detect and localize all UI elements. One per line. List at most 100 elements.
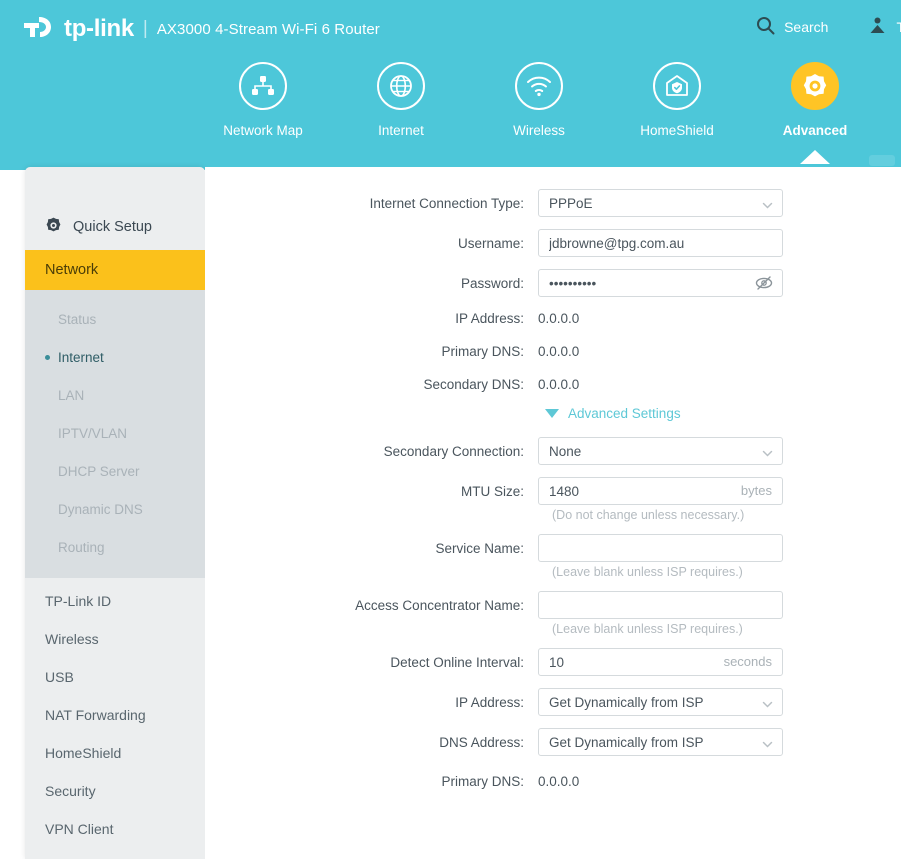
sidebar-item-usb[interactable]: USB <box>25 658 205 696</box>
sidebar-item-vpn-server[interactable]: VPN Server <box>25 848 205 859</box>
username-input[interactable] <box>538 229 783 257</box>
field-label: Secondary DNS: <box>423 377 524 392</box>
sidebar-item-security[interactable]: Security <box>25 772 205 810</box>
service-name-input[interactable] <box>538 534 783 562</box>
chevron-down-icon <box>762 737 773 748</box>
sidebar-item-lan[interactable]: LAN <box>25 376 205 414</box>
advanced-settings-label: Advanced Settings <box>568 406 681 421</box>
tab-wireless[interactable]: Wireless <box>464 62 614 138</box>
sidebar-item-vpn-client[interactable]: VPN Client <box>25 810 205 848</box>
caret-down-icon <box>545 409 559 418</box>
sidebar-item-label: Routing <box>58 539 105 555</box>
page-header: tp-link | AX3000 4-Stream Wi-Fi 6 Router… <box>0 0 901 170</box>
account-button[interactable]: TP- <box>868 16 901 38</box>
connection-type-select[interactable]: PPPoE <box>538 189 783 217</box>
sidebar-item-nat-forwarding[interactable]: NAT Forwarding <box>25 696 205 734</box>
sidebar-item-status[interactable]: Status <box>25 300 205 338</box>
sidebar-item-tp-link-id[interactable]: TP-Link ID <box>25 582 205 620</box>
sidebar-item-internet[interactable]: Internet <box>25 338 205 376</box>
sidebar-item-label: TP-Link ID <box>45 593 112 609</box>
mtu-unit-label: bytes <box>740 483 772 498</box>
field-label: Access Concentrator Name: <box>355 597 524 613</box>
field-label: Detect Online Interval: <box>390 654 524 670</box>
field-password: Password: <box>205 269 901 297</box>
select-value: None <box>549 443 582 459</box>
field-service-name: Service Name: <box>205 534 901 562</box>
gear-icon <box>45 217 73 238</box>
active-tab-caret <box>800 150 830 164</box>
field-label: MTU Size: <box>460 483 524 499</box>
field-ip-address-readonly: IP Address: 0.0.0.0 <box>205 311 901 326</box>
sidebar-item-homeshield[interactable]: HomeShield <box>25 734 205 772</box>
chevron-down-icon <box>762 697 773 708</box>
mtu-hint: (Do not change unless necessary.) <box>552 508 745 522</box>
brand-separator: | <box>142 18 148 39</box>
device-model: AX3000 4-Stream Wi-Fi 6 Router <box>156 20 380 38</box>
sidebar-item-label: Status <box>58 311 97 327</box>
field-label: Service Name: <box>435 540 524 556</box>
field-value: 0.0.0.0 <box>538 311 580 326</box>
network-map-icon <box>239 62 287 110</box>
sidebar-item-label: VPN Client <box>45 821 114 837</box>
eye-slash-icon[interactable] <box>754 274 774 297</box>
sidebar-item-label: Quick Setup <box>73 219 152 235</box>
search-button[interactable]: Search <box>756 16 828 38</box>
sidebar-item-iptv-vlan[interactable]: IPTV/VLAN <box>25 414 205 452</box>
brand-name: tp-link <box>64 15 134 42</box>
sidebar-main-menu: TP-Link ID Wireless USB NAT Forwarding H… <box>25 578 205 859</box>
field-secondary-connection: Secondary Connection: None <box>205 437 901 465</box>
tp-link-logo-icon <box>24 14 58 44</box>
field-primary-dns-bottom: Primary DNS: 0.0.0.0 <box>205 774 901 789</box>
sidebar: Quick Setup Network Status Internet LAN … <box>25 167 205 859</box>
tab-internet[interactable]: Internet <box>326 62 476 138</box>
sidebar-item-label: Security <box>45 783 96 799</box>
tab-label: Internet <box>378 123 424 138</box>
field-label: Password: <box>460 275 524 291</box>
main-nav: Network Map Internet Wireless HomeShield… <box>0 62 901 164</box>
field-secondary-dns-readonly: Secondary DNS: 0.0.0.0 <box>205 377 901 392</box>
secondary-connection-select[interactable]: None <box>538 437 783 465</box>
sidebar-item-label: Wireless <box>45 631 99 647</box>
field-value: 0.0.0.0 <box>538 344 580 359</box>
access-concentrator-hint: (Leave blank unless ISP requires.) <box>552 622 743 636</box>
field-label: Primary DNS: <box>441 344 524 359</box>
chevron-down-icon <box>762 198 773 209</box>
sidebar-item-label: LAN <box>58 387 85 403</box>
sidebar-item-dynamic-dns[interactable]: Dynamic DNS <box>25 490 205 528</box>
sidebar-item-label: DHCP Server <box>58 463 140 479</box>
tab-label: HomeShield <box>640 123 714 138</box>
tab-advanced[interactable]: Advanced <box>740 62 890 164</box>
advanced-settings-toggle[interactable]: Advanced Settings <box>205 406 901 421</box>
account-label: TP- <box>896 19 901 35</box>
field-access-concentrator-name: Access Concentrator Name: <box>205 591 901 619</box>
user-icon <box>868 16 896 38</box>
field-value: 0.0.0.0 <box>538 377 580 392</box>
router-admin-page: tp-link | AX3000 4-Stream Wi-Fi 6 Router… <box>0 0 901 859</box>
tab-label: Network Map <box>223 123 303 138</box>
field-label: DNS Address: <box>439 734 524 750</box>
sidebar-item-label: Network <box>45 262 99 278</box>
password-input[interactable] <box>538 269 783 297</box>
sidebar-item-label: USB <box>45 669 74 685</box>
field-dns-address-select: DNS Address: Get Dynamically from ISP <box>205 728 901 756</box>
sidebar-item-label: HomeShield <box>45 745 122 761</box>
brand: tp-link | AX3000 4-Stream Wi-Fi 6 Router <box>24 14 380 44</box>
sidebar-item-dhcp-server[interactable]: DHCP Server <box>25 452 205 490</box>
service-name-hint: (Leave blank unless ISP requires.) <box>552 565 743 579</box>
active-bullet-icon <box>45 354 50 360</box>
tab-homeshield[interactable]: HomeShield <box>602 62 752 138</box>
ip-address-select[interactable]: Get Dynamically from ISP <box>538 688 783 716</box>
access-concentrator-input[interactable] <box>538 591 783 619</box>
field-label: Username: <box>457 235 524 251</box>
sidebar-item-quick-setup[interactable]: Quick Setup <box>25 204 205 250</box>
header-actions: Search TP- <box>756 16 901 38</box>
wifi-icon <box>515 62 563 110</box>
sidebar-item-routing[interactable]: Routing <box>25 528 205 566</box>
search-label: Search <box>784 19 829 35</box>
sidebar-item-network[interactable]: Network <box>25 250 205 290</box>
home-shield-icon <box>653 62 701 110</box>
sidebar-item-wireless[interactable]: Wireless <box>25 620 205 658</box>
gear-icon <box>791 62 839 110</box>
tab-network-map[interactable]: Network Map <box>188 62 338 138</box>
dns-address-select[interactable]: Get Dynamically from ISP <box>538 728 783 756</box>
